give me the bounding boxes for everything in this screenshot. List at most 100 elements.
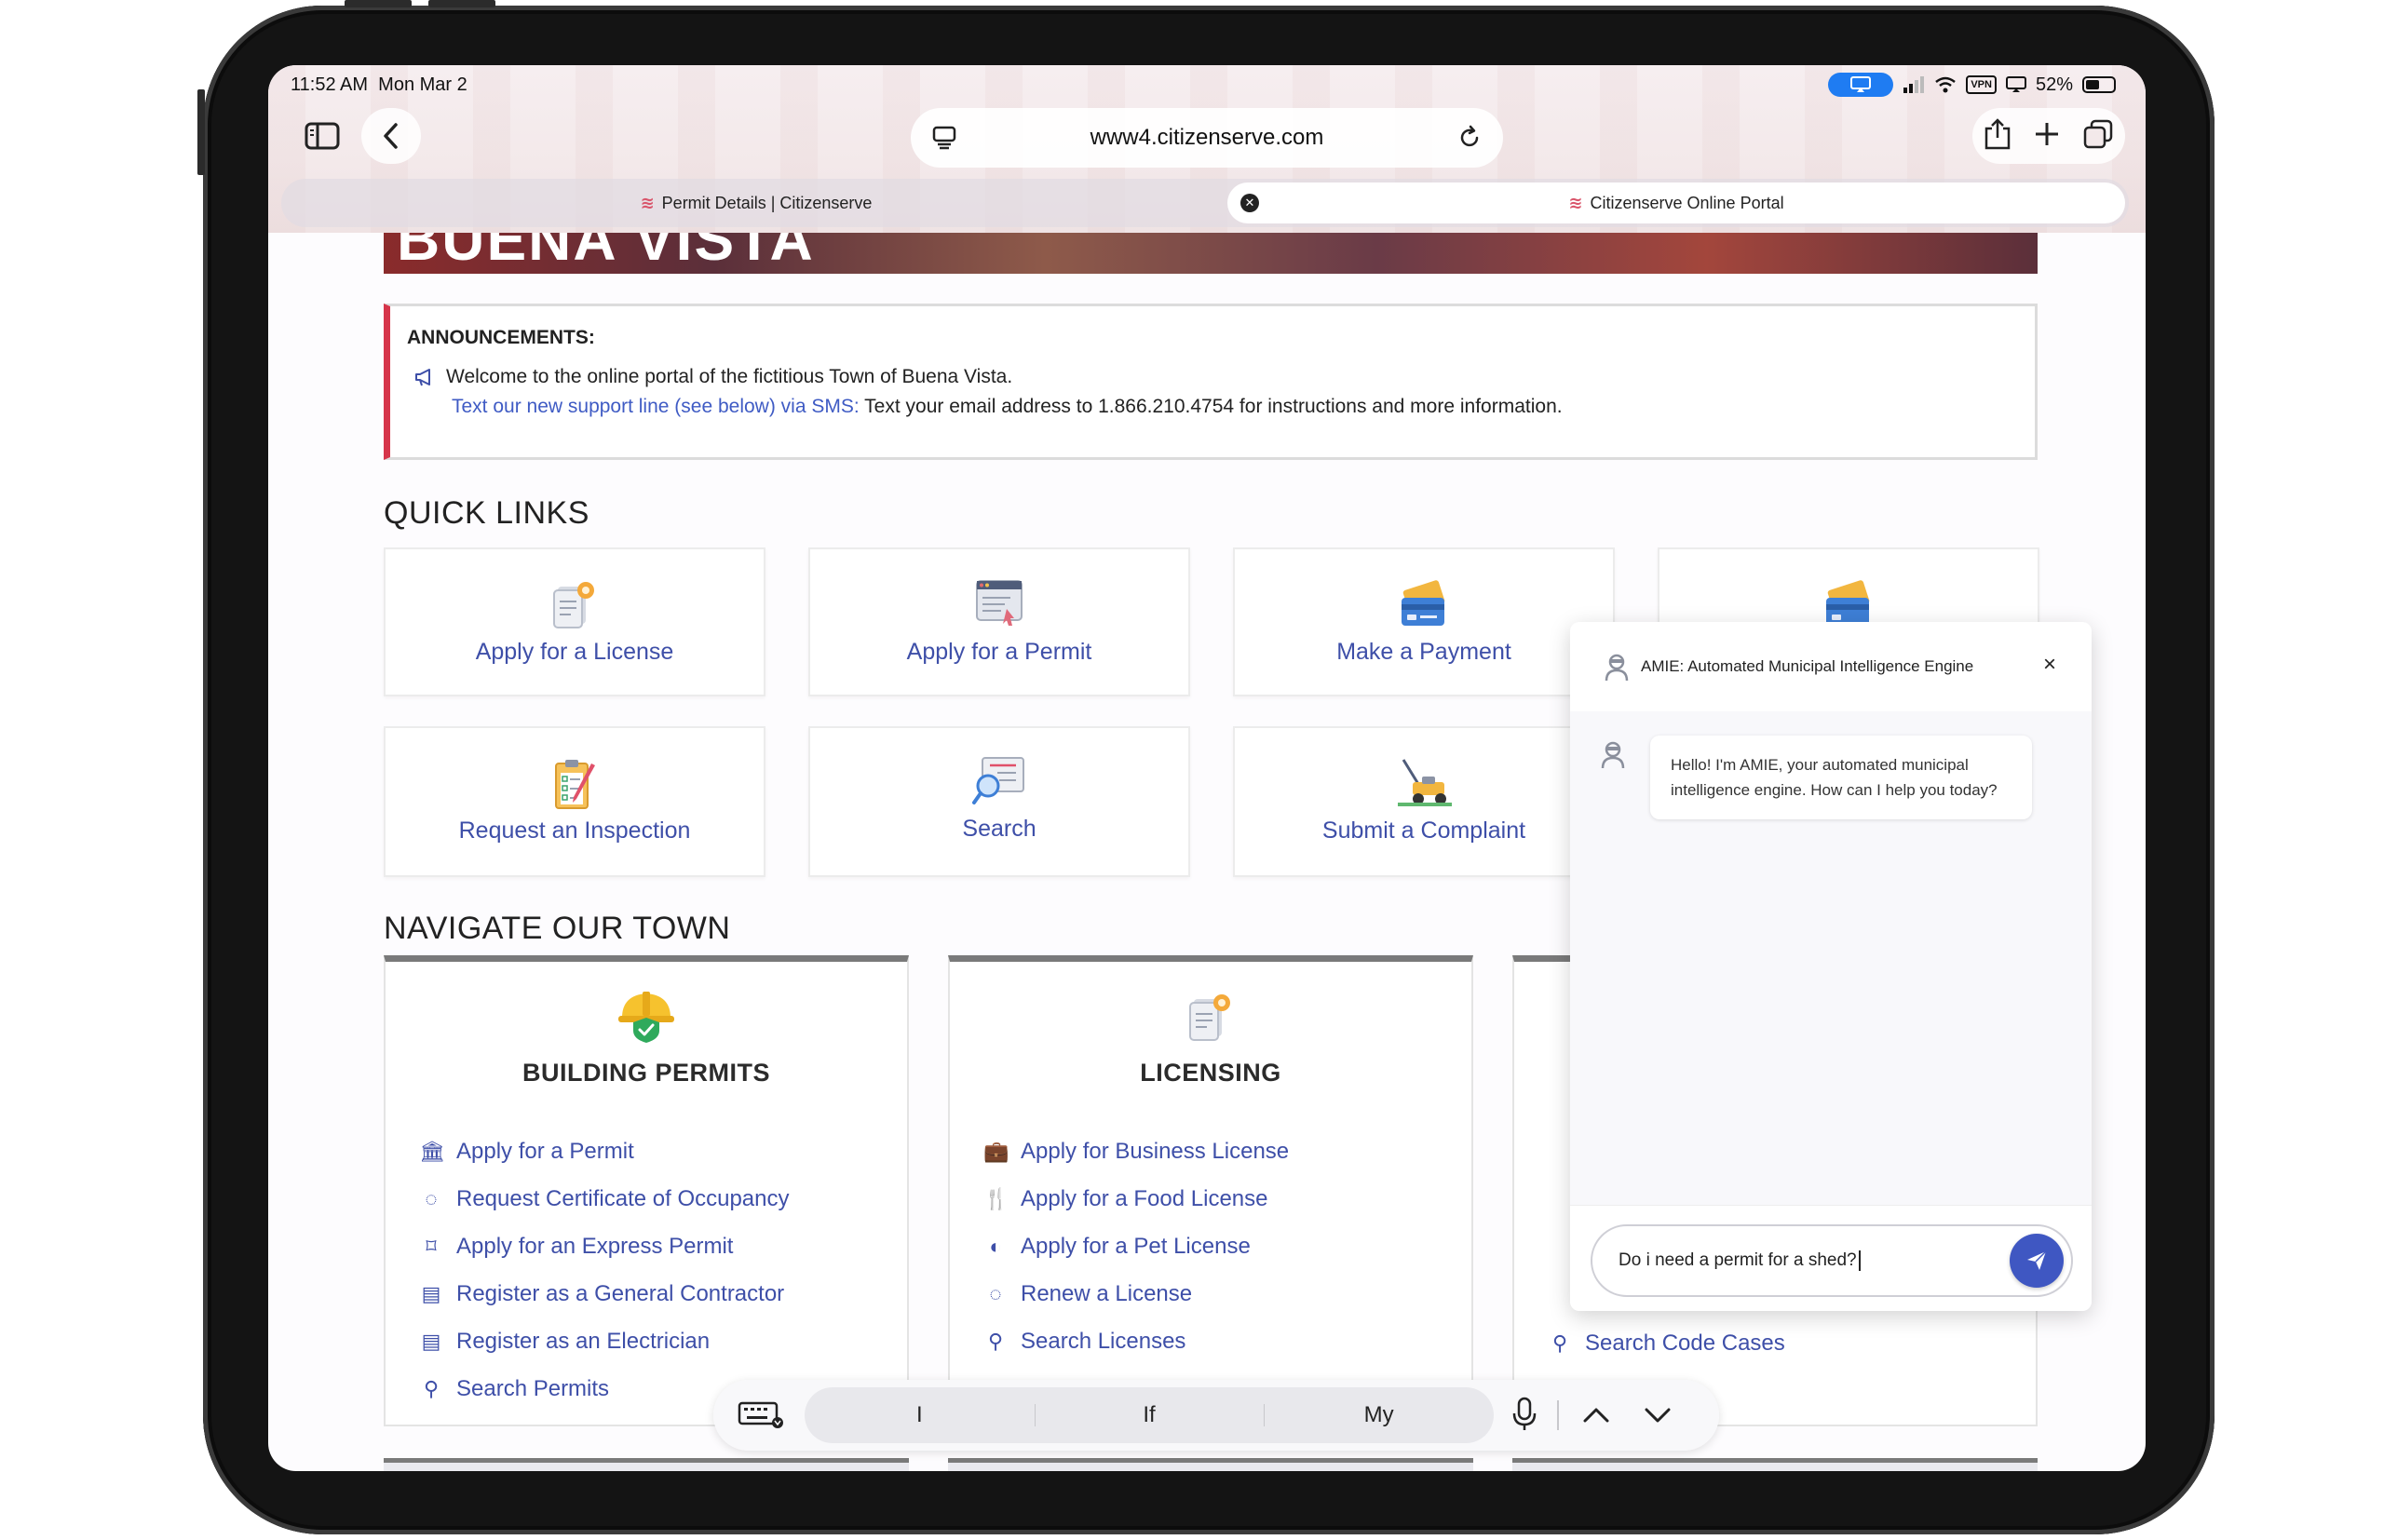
tab-online-portal[interactable]: ✕ ≋ Citizenserve Online Portal [1227, 182, 2125, 223]
back-button[interactable] [361, 108, 421, 164]
license-icon [549, 577, 601, 638]
volume-button [345, 0, 412, 7]
next-card-top [948, 1458, 1473, 1471]
chat-message-input[interactable]: Do i need a permit for a shed? [1591, 1224, 2073, 1297]
cast-icon [2005, 76, 2026, 92]
building-permits-list: 🏛 Apply for a Permit ◌ Request Certificate… [419, 1128, 790, 1412]
navigate-title: NAVIGATE OUR TOWN [384, 911, 731, 946]
link-search-licenses[interactable]: ⚲ Search Licenses [983, 1317, 1289, 1365]
quick-link-submit-complaint[interactable]: Submit a Complaint [1233, 726, 1615, 877]
toolbar-right-group [1972, 108, 2125, 164]
status-indicators: VPN 52% [1828, 73, 2116, 97]
battery-percent: 52% [2035, 74, 2073, 95]
utensils-icon: 🍴 [983, 1186, 1009, 1210]
tag-icon: ⌑ [426, 1234, 437, 1258]
new-tab-icon[interactable] [2033, 120, 2061, 153]
id-card-icon: ▤ [421, 1329, 441, 1353]
next-card-top [1512, 1458, 2038, 1471]
close-tab-icon[interactable]: ✕ [1240, 194, 1259, 212]
battery-icon [2082, 76, 2116, 93]
quick-link-apply-license[interactable]: Apply for a License [384, 547, 765, 696]
address-bar[interactable]: www4.citizenserve.com [911, 108, 1503, 168]
link-apply-permit[interactable]: 🏛 Apply for a Permit [419, 1128, 790, 1175]
link-register-electrician[interactable]: ▤ Register as an Electrician [419, 1317, 790, 1365]
screen-mirroring-icon[interactable] [1828, 73, 1894, 97]
inspection-clipboard-icon [549, 756, 601, 818]
license-icon [1185, 990, 1237, 1050]
keyboard-suggestions: I If My [805, 1387, 1494, 1443]
search-document-icon [971, 756, 1027, 813]
link-certificate-occupancy[interactable]: ◌ Request Certificate of Occupancy [419, 1175, 789, 1223]
microphone-icon[interactable] [1512, 1397, 1537, 1437]
page-menu-icon[interactable] [931, 125, 957, 157]
send-button[interactable] [2010, 1234, 2064, 1288]
keyboard-shortcut-bar: I If My [713, 1380, 1719, 1451]
bank-icon: 🏛 [419, 1139, 445, 1163]
next-card-top [384, 1458, 909, 1471]
link-renew-license[interactable]: ◌ Renew a License [983, 1270, 1289, 1317]
search-icon: ⚲ [1551, 1331, 1568, 1355]
suggestion-item[interactable]: My [1264, 1387, 1494, 1443]
keyboard-icon[interactable] [738, 1400, 784, 1433]
citizenserve-logo-icon: ≋ [640, 193, 655, 212]
chat-title: AMIE: Automated Municipal Intelligence E… [1641, 657, 1974, 675]
bot-avatar-icon [1600, 741, 1626, 774]
link-business-license[interactable]: 💼 Apply for Business License [983, 1128, 1289, 1175]
link-search-code-cases[interactable]: ⚲ Search Code Cases [1548, 1319, 1785, 1367]
quick-link-make-payment[interactable]: Make a Payment [1233, 547, 1615, 696]
code-cases-list: ⚲ Search Code Cases [1548, 1319, 1785, 1367]
announcement-welcome: Welcome to the online portal of the fict… [414, 366, 1012, 388]
share-icon[interactable] [1984, 117, 2012, 155]
suggestion-item[interactable]: If [1034, 1387, 1265, 1443]
send-icon [2027, 1250, 2047, 1270]
sidebar-toggle-button[interactable] [291, 108, 354, 164]
chat-header: AMIE: Automated Municipal Intelligence E… [1570, 622, 2092, 711]
url-text: www4.citizenserve.com [1090, 125, 1324, 150]
chevron-up-icon[interactable] [1579, 1398, 1613, 1437]
link-pet-license[interactable]: ◐ Apply for a Pet License [983, 1223, 1289, 1270]
reload-icon[interactable] [1456, 125, 1483, 157]
status-time: 11:52 AM Mon Mar 2 [291, 74, 467, 95]
banner-title: BUENA VISTA [397, 233, 815, 273]
close-icon[interactable]: × [2043, 652, 2056, 678]
suggestion-item[interactable]: I [805, 1387, 1035, 1443]
amie-chat-panel: AMIE: Automated Municipal Intelligence E… [1570, 622, 2092, 1311]
tab-permit-details[interactable]: ≋ Permit Details | Citizenserve [281, 182, 1231, 223]
sidebar-icon [305, 122, 340, 150]
divider [1557, 1400, 1559, 1430]
briefcase-icon: 💼 [983, 1139, 1009, 1163]
licensing-list: 💼 Apply for Business License 🍴 Apply for a… [983, 1128, 1289, 1365]
side-button [197, 89, 205, 175]
paw-icon: ◐ [989, 1234, 1002, 1258]
chat-footer: Do i need a permit for a shed? [1570, 1205, 2092, 1311]
hardhat-shield-icon [616, 990, 676, 1048]
wifi-icon [1935, 76, 1957, 93]
card-building-permits: BUILDING PERMITS 🏛 Apply for a Permit ◌ Re… [384, 955, 909, 1426]
quick-link-request-inspection[interactable]: Request an Inspection [384, 726, 765, 877]
announcement-sms: Text our new support line (see below) vi… [452, 396, 1563, 417]
bot-message: Hello! I'm AMIE, your automated municipa… [1650, 736, 2032, 819]
bot-avatar-icon [1604, 654, 1630, 686]
screen: 11:52 AM Mon Mar 2 VPN 52% www4.citizens… [268, 65, 2146, 1471]
quick-link-apply-permit[interactable]: Apply for a Permit [808, 547, 1190, 696]
volume-button [428, 0, 495, 7]
search-icon: ⚲ [423, 1376, 440, 1400]
link-express-permit[interactable]: ⌑ Apply for an Express Permit [419, 1223, 790, 1270]
cellular-signal-icon [1903, 76, 1925, 93]
tabs-overview-icon[interactable] [2082, 118, 2114, 155]
spinner-icon: ◌ [989, 1281, 1002, 1305]
town-banner: BUENA VISTA [384, 233, 2038, 274]
lawnmower-icon [1394, 756, 1454, 813]
vpn-badge: VPN [1966, 75, 1997, 94]
sms-support-link[interactable]: Text our new support line (see below) vi… [452, 396, 860, 417]
text-caret [1858, 1250, 1861, 1271]
search-icon: ⚲ [987, 1329, 1004, 1353]
link-register-contractor[interactable]: ▤ Register as a General Contractor [419, 1270, 790, 1317]
announcements-title: ANNOUNCEMENTS: [407, 327, 595, 348]
tab-bar: ≋ Permit Details | Citizenserve ✕ ≋ Citi… [281, 179, 2129, 227]
megaphone-icon [415, 369, 430, 386]
quick-link-search[interactable]: Search [808, 726, 1190, 877]
link-food-license[interactable]: 🍴 Apply for a Food License [983, 1175, 1289, 1223]
chat-input-value: Do i need a permit for a shed? [1619, 1250, 1861, 1271]
chevron-down-icon[interactable] [1641, 1398, 1674, 1437]
